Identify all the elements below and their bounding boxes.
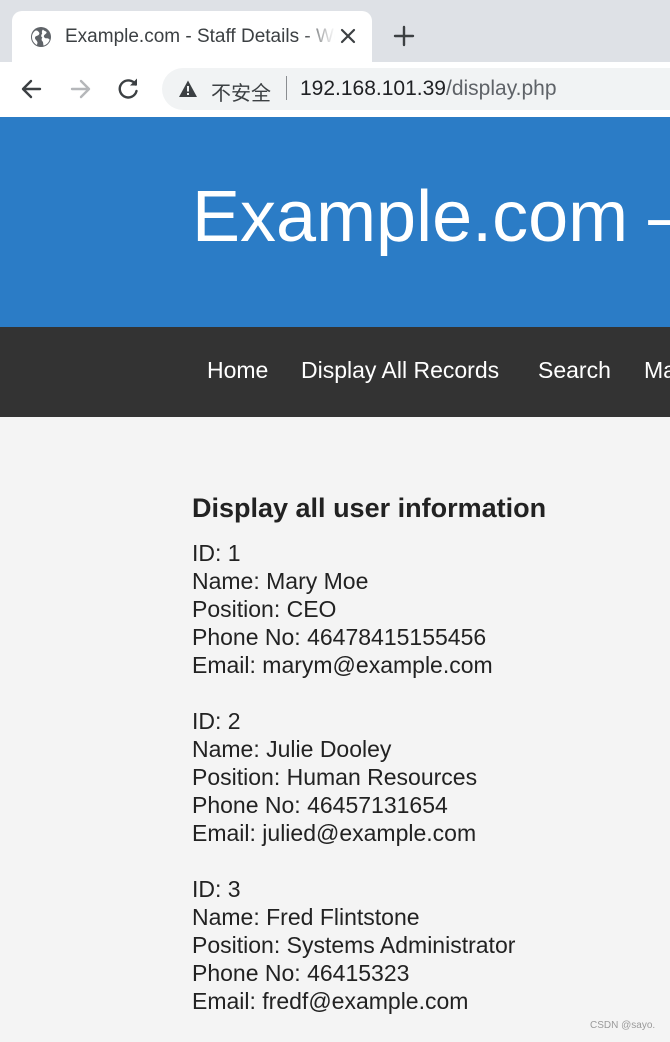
record-name: Name: Mary Moe [192,568,369,594]
url-host: 192.168.101.39 [300,77,446,100]
nav-link-search[interactable]: Search [538,357,611,384]
back-arrow-icon[interactable] [18,75,46,103]
site-title: Example.com – Staff Details [192,177,670,257]
url-path: /display.php [445,77,557,100]
record-phone: Phone No: 46478415155456 [192,624,487,650]
globe-icon [30,26,52,48]
record-id: ID: 2 [192,708,241,734]
user-record: ID: 2 Name: Julie Dooley Position: Human… [192,707,670,847]
security-status-label[interactable]: 不安全 [211,77,271,106]
user-record: ID: 3 Name: Fred Flintstone Position: Sy… [192,875,670,1015]
site-header: Example.com – Staff Details [0,117,670,327]
record-position: Position: CEO [192,596,337,622]
warning-triangle-icon[interactable] [178,79,198,99]
record-phone: Phone No: 46415323 [192,960,410,986]
web-page: Example.com – Staff Details Home Display… [0,117,670,1042]
site-navbar: Home Display All Records Search Manage [0,327,670,417]
record-phone: Phone No: 46457131654 [192,792,448,818]
close-tab-icon[interactable] [338,26,358,46]
tab-title: Example.com - Staff Details - Web [65,26,335,47]
record-id: ID: 3 [192,876,241,902]
forward-arrow-icon[interactable] [66,75,94,103]
page-heading: Display all user information [192,493,547,523]
record-id: ID: 1 [192,540,241,566]
record-email: Email: marym@example.com [192,652,493,678]
record-position: Position: Systems Administrator [192,932,516,958]
address-divider [286,76,287,100]
nav-link-display-all-records[interactable]: Display All Records [301,357,499,384]
record-email: Email: fredf@example.com [192,988,469,1014]
record-email: Email: julied@example.com [192,820,477,846]
watermark-text: CSDN @sayo. [590,1020,656,1031]
main-content: Display all user information ID: 1 Name:… [192,491,670,1042]
user-record: ID: 1 Name: Mary Moe Position: CEO Phone… [192,539,670,679]
record-name: Name: Julie Dooley [192,736,392,762]
browser-toolbar: 不安全 192.168.101.39/display.php [0,62,670,117]
record-position: Position: Human Resources [192,764,478,790]
browser-tab[interactable]: Example.com - Staff Details - Web [12,11,372,62]
record-name: Name: Fred Flintstone [192,904,420,930]
url-text[interactable]: 192.168.101.39/display.php [300,77,557,101]
address-bar[interactable]: 不安全 192.168.101.39/display.php [162,68,670,110]
nav-link-home[interactable]: Home [207,357,268,384]
reload-icon[interactable] [114,75,142,103]
new-tab-plus-icon[interactable] [392,24,416,48]
nav-link-manage[interactable]: Manage [644,357,670,384]
browser-tab-strip: Example.com - Staff Details - Web [0,0,670,62]
